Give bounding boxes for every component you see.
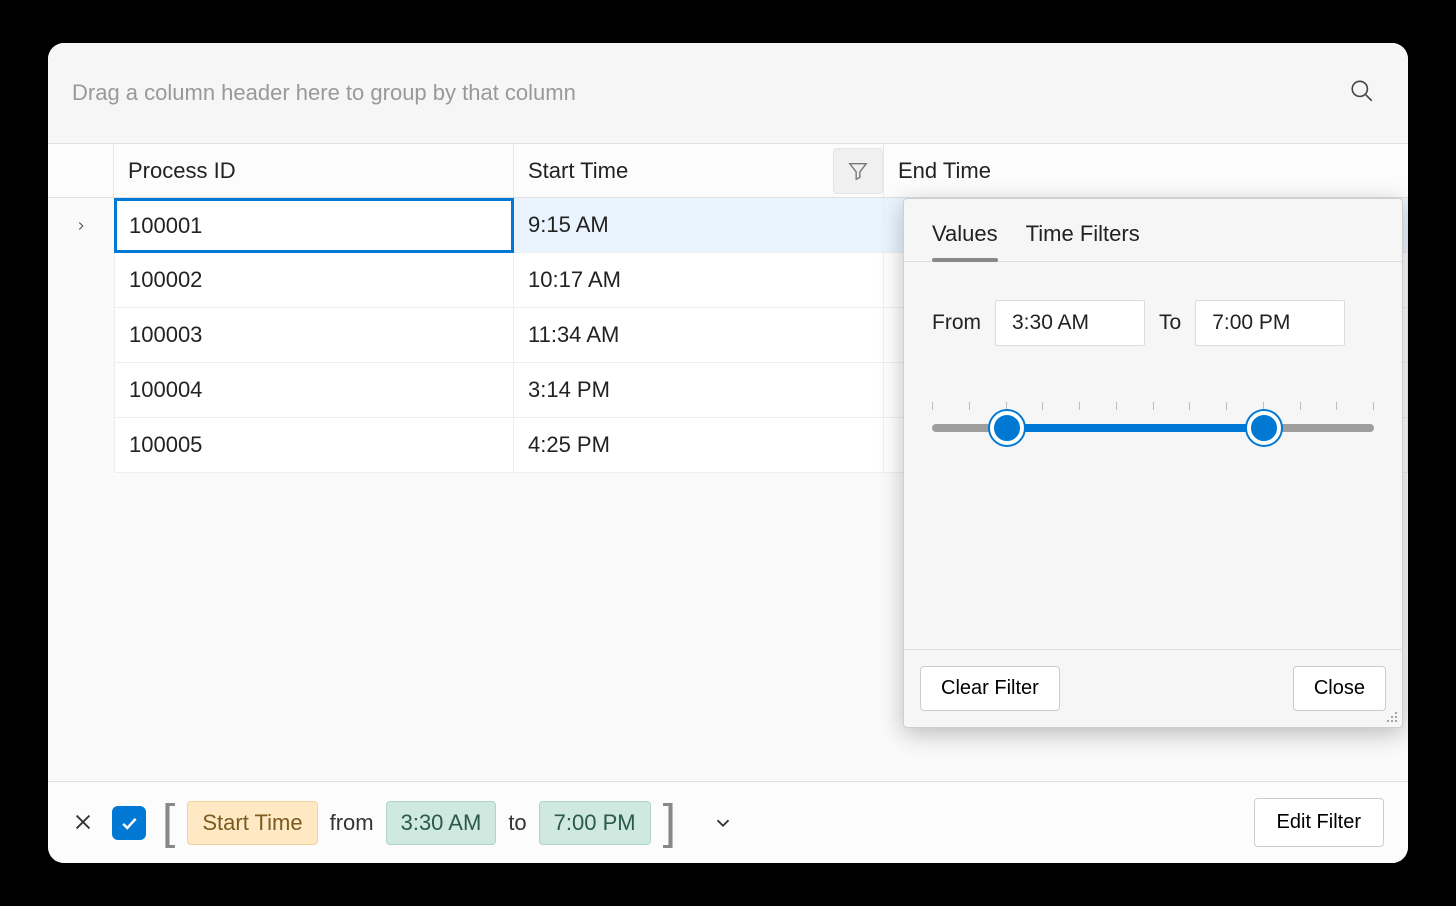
check-icon [119, 813, 139, 833]
resize-grip[interactable] [1386, 711, 1398, 723]
filter-popup-body: From 3:30 AM To 7:00 PM [904, 262, 1402, 649]
row-expander[interactable] [48, 363, 114, 418]
range-slider[interactable] [932, 402, 1374, 462]
cell-process-id[interactable]: 100001 [114, 198, 514, 253]
cell-process-id[interactable]: 100005 [114, 418, 514, 473]
slider-ticks [932, 402, 1374, 410]
filter-word-from: from [330, 810, 374, 836]
filter-expression[interactable]: [ Start Time from 3:30 AM to 7:00 PM ] [162, 799, 676, 847]
column-headers: Process ID Start Time End Time [48, 143, 1408, 198]
clear-filter-button[interactable]: Clear Filter [920, 666, 1060, 711]
grid-window: Drag a column header here to group by th… [48, 43, 1408, 863]
slider-handle-high[interactable] [1247, 411, 1281, 445]
from-field[interactable]: 3:30 AM [995, 300, 1145, 346]
chevron-down-icon [712, 812, 734, 834]
filter-field-chip[interactable]: Start Time [187, 801, 317, 845]
filter-bar-checkbox[interactable] [112, 806, 146, 840]
range-inputs: From 3:30 AM To 7:00 PM [932, 300, 1374, 346]
header-end-time-label: End Time [898, 158, 991, 184]
search-icon [1349, 78, 1375, 104]
bracket-open: [ [162, 799, 175, 847]
to-field[interactable]: 7:00 PM [1195, 300, 1345, 346]
filter-popup-tabs: Values Time Filters [904, 199, 1402, 262]
header-start-time[interactable]: Start Time [514, 144, 884, 197]
header-start-time-label: Start Time [528, 158, 628, 184]
filter-icon [847, 160, 869, 182]
cell-start-time[interactable]: 10:17 AM [514, 253, 884, 308]
row-expander[interactable] [48, 308, 114, 363]
row-expander[interactable] [48, 253, 114, 308]
filter-popup: Values Time Filters From 3:30 AM To 7:00… [903, 198, 1403, 728]
slider-handle-low[interactable] [990, 411, 1024, 445]
from-label: From [932, 311, 981, 335]
cell-start-time[interactable]: 3:14 PM [514, 363, 884, 418]
group-panel[interactable]: Drag a column header here to group by th… [48, 43, 1408, 143]
filter-dropdown[interactable] [712, 812, 734, 834]
header-end-time[interactable]: End Time [884, 144, 1408, 197]
tab-values[interactable]: Values [932, 221, 998, 261]
to-label: To [1159, 311, 1181, 335]
filter-to-chip[interactable]: 7:00 PM [539, 801, 651, 845]
row-expander[interactable] [48, 418, 114, 473]
tab-time-filters[interactable]: Time Filters [1026, 221, 1140, 261]
edit-filter-button[interactable]: Edit Filter [1254, 798, 1384, 847]
cell-process-id[interactable]: 100003 [114, 308, 514, 363]
filter-button-start-time[interactable] [833, 148, 883, 194]
close-filter-button[interactable]: Close [1293, 666, 1386, 711]
close-icon [72, 811, 94, 833]
cell-process-id[interactable]: 100002 [114, 253, 514, 308]
resize-grip-icon [1386, 711, 1398, 723]
search-button[interactable] [1344, 73, 1380, 109]
header-process-id[interactable]: Process ID [114, 144, 514, 197]
header-expander [48, 144, 114, 197]
slider-fill [1007, 424, 1263, 432]
group-panel-text: Drag a column header here to group by th… [72, 80, 576, 106]
cell-start-time[interactable]: 9:15 AM [514, 198, 884, 253]
header-process-id-label: Process ID [128, 158, 236, 184]
bracket-close: ] [663, 799, 676, 847]
cell-start-time[interactable]: 11:34 AM [514, 308, 884, 363]
filter-from-chip[interactable]: 3:30 AM [386, 801, 497, 845]
filter-popup-footer: Clear Filter Close [904, 649, 1402, 727]
filter-bar-close[interactable] [72, 811, 96, 835]
filter-word-to: to [508, 810, 526, 836]
chevron-right-icon [74, 219, 88, 233]
filter-bar: [ Start Time from 3:30 AM to 7:00 PM ] E… [48, 781, 1408, 863]
row-expander[interactable] [48, 198, 114, 253]
cell-start-time[interactable]: 4:25 PM [514, 418, 884, 473]
cell-process-id[interactable]: 100004 [114, 363, 514, 418]
